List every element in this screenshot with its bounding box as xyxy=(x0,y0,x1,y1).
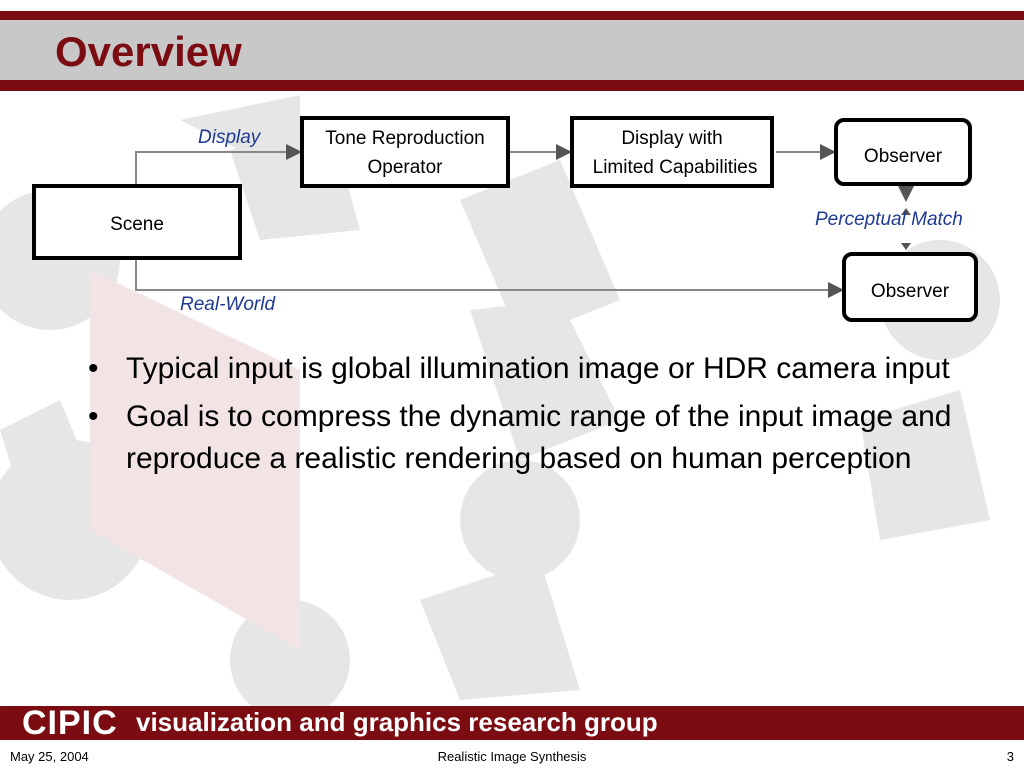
slide-title: Overview xyxy=(55,28,242,75)
edge-scene-to-tone xyxy=(135,144,302,186)
cipic-logo: CIPIC xyxy=(22,704,118,742)
bullet-item: • Typical input is global illumination im… xyxy=(88,348,1008,390)
node-tone-label-1: Tone Reproduction xyxy=(325,128,485,149)
title-top-rule xyxy=(0,11,1024,20)
bullet-list: • Typical input is global illumination im… xyxy=(88,348,1008,486)
footer-page-number: 3 xyxy=(1006,749,1014,764)
edge-label-perceptual-match: Perceptual Match xyxy=(815,209,963,230)
edge-scene-to-observer-real xyxy=(135,258,844,298)
node-tone-label-2: Operator xyxy=(368,157,444,178)
node-display-label-1: Display with xyxy=(621,128,722,149)
node-observer-bottom: Observer xyxy=(842,252,978,322)
bullet-dot-icon: • xyxy=(88,352,99,385)
group-name: visualization and graphics research grou… xyxy=(136,707,658,737)
node-observer-top-label: Observer xyxy=(864,146,943,167)
title-bottom-rule xyxy=(0,80,1024,91)
node-display: Display with Limited Capabilities xyxy=(570,116,774,188)
footer-course-title: Realistic Image Synthesis xyxy=(437,749,587,764)
bullet-dot-icon: • xyxy=(88,400,99,433)
node-display-label-2: Limited Capabilities xyxy=(593,157,758,178)
node-scene: Scene xyxy=(32,184,242,260)
tone-reproduction-diagram: Scene Tone Reproduction Operator Display… xyxy=(32,116,978,322)
bullet-item: • Goal is to compress the dynamic range o… xyxy=(88,396,1008,480)
edge-label-real-world: Real-World xyxy=(180,294,276,315)
bullet-text: Goal is to compress the dynamic range of… xyxy=(126,400,952,475)
node-observer-bottom-label: Observer xyxy=(871,281,950,302)
node-observer-top: Observer xyxy=(834,118,972,186)
edge-label-display: Display xyxy=(198,127,262,148)
node-tone-operator: Tone Reproduction Operator xyxy=(300,116,510,188)
node-scene-label: Scene xyxy=(110,214,164,235)
bullet-text: Typical input is global illumination ima… xyxy=(126,352,950,385)
